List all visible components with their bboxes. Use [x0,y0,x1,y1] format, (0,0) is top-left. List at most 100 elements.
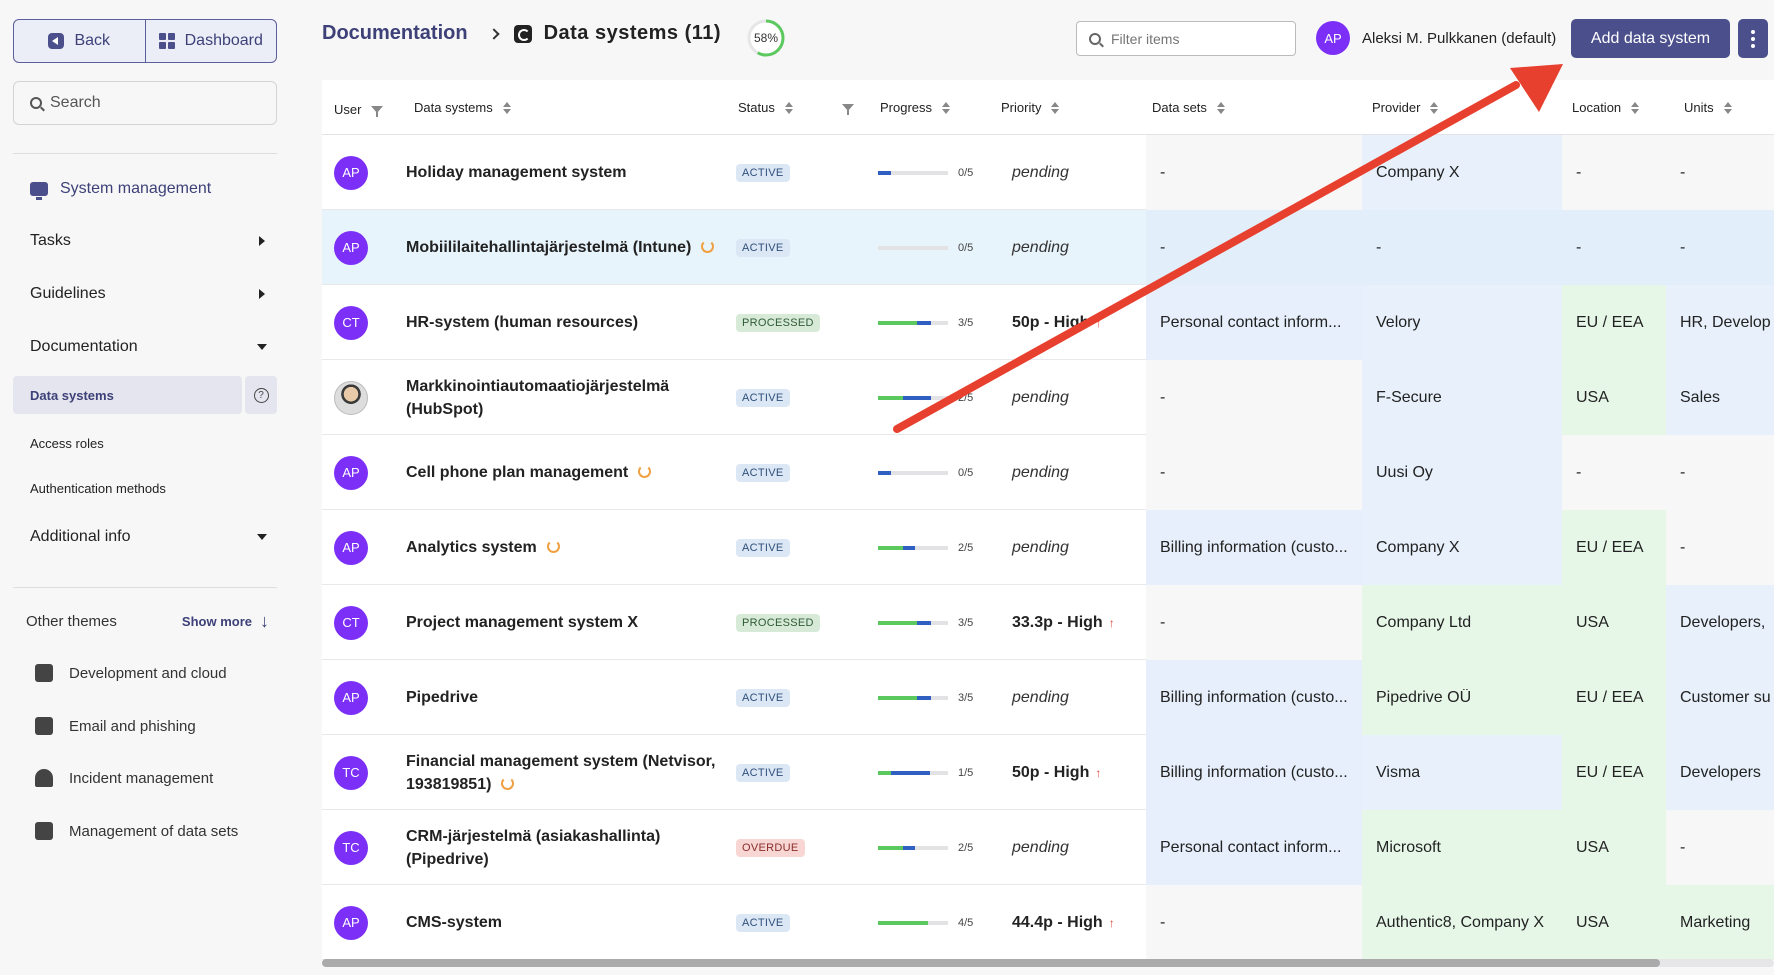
sidebar-item-documentation[interactable]: Documentation [30,338,277,356]
table-row[interactable]: TC CRM-järjestelmä (asiakashallinta) (Pi… [322,810,1774,885]
system-name-cell[interactable]: Mobiililaitehallintajärjestelmä (Intune) [406,210,726,285]
back-button[interactable]: Back [14,20,145,62]
column-location[interactable]: Location [1572,100,1640,115]
status-cell: ACTIVE [736,210,790,285]
column-label: Units [1684,100,1714,115]
table-row[interactable]: AP Cell phone plan management ACTIVE 0/5… [322,435,1774,510]
provider-value: Uusi Oy [1376,463,1433,481]
table-row[interactable]: AP Pipedrive ACTIVE 3/5 pending Billing … [322,660,1774,735]
avatar: CT [334,305,368,340]
sidebar-item-additional-info[interactable]: Additional info [30,528,277,546]
system-name-text: Holiday management system [406,164,627,181]
column-units[interactable]: Units [1684,100,1732,115]
system-name-cell[interactable]: CMS-system [406,885,726,960]
sidebar-item-data-systems[interactable]: Data systems [13,376,242,414]
add-data-system-button[interactable]: Add data system [1571,19,1730,58]
priority-text: 33.3p - High [1012,613,1103,631]
provider-cell: F-Secure [1362,360,1562,435]
location-value: USA [1576,913,1609,931]
column-priority[interactable]: Priority [1001,100,1060,115]
system-name-cell[interactable]: HR-system (human resources) [406,285,726,360]
filter-box[interactable] [1076,21,1296,56]
data-systems-table: User Data systems Status Progress Priori… [322,80,1774,965]
system-name-cell[interactable]: Markkinointiautomaatiojärjestelmä (HubSp… [406,360,726,435]
scrollbar-thumb[interactable] [322,959,1660,967]
status-cell: ACTIVE [736,360,790,435]
system-name-cell[interactable]: Analytics system [406,510,726,585]
system-name-cell[interactable]: CRM-järjestelmä (asiakashallinta) (Piped… [406,810,726,885]
table-row[interactable]: CT HR-system (human resources) PROCESSED… [322,285,1774,360]
priority-cell: pending [1012,510,1069,585]
sidebar-item-authentication-methods[interactable]: Authentication methods [30,481,166,496]
sync-icon [501,776,515,790]
table-row[interactable]: AP Holiday management system ACTIVE 0/5 … [322,135,1774,210]
horizontal-scrollbar[interactable] [322,959,1774,967]
progress-cell: 0/5 [878,135,973,210]
theme-development-and-cloud[interactable]: Development and cloud [35,664,227,682]
table-row[interactable]: AP Mobiililaitehallintajärjestelmä (Intu… [322,210,1774,285]
progress-bar [878,920,948,925]
priority-value: pending [1012,388,1069,406]
column-progress[interactable]: Progress [880,100,951,115]
sidebar-search[interactable]: Search [13,81,277,125]
progress-count: 2/5 [958,391,974,404]
theme-incident-management[interactable]: Incident management [35,769,213,787]
sidebar-item-system-management[interactable]: System management [30,180,277,200]
location-value: - [1576,463,1582,481]
filter-input[interactable] [1111,30,1281,47]
system-name-text: Markkinointiautomaatiojärjestelmä (HubSp… [406,377,670,418]
sidebar-item-tasks[interactable]: Tasks [30,232,277,250]
column-data-systems[interactable]: Data systems [414,100,511,115]
units-value: - [1680,238,1686,256]
location-cell: USA [1562,585,1666,660]
column-provider[interactable]: Provider [1372,100,1439,115]
avatar: AP [1316,21,1350,55]
data-sets-value: - [1160,238,1166,256]
status-badge: PROCESSED [736,613,820,632]
caret-right-icon [259,289,265,299]
units-value: - [1680,163,1686,181]
priority-text: 50p - High [1012,763,1090,781]
provider-value: Company X [1376,538,1460,556]
column-status[interactable]: Status [738,100,793,115]
avatar: CT [334,605,368,640]
sync-icon [546,540,560,553]
theme-email-and-phishing[interactable]: Email and phishing [35,717,196,735]
dashboard-button[interactable]: Dashboard [144,20,277,62]
sort-icon [784,101,793,114]
column-user[interactable]: User [334,102,384,117]
other-themes-label: Other themes [26,613,117,630]
system-name: Holiday management system [406,161,627,184]
user-selector[interactable]: AP Aleksi M. Pulkkanen (default) [1316,21,1556,55]
data-sets-cell: Personal contact inform... [1146,810,1362,885]
table-row[interactable]: Markkinointiautomaatiojärjestelmä (HubSp… [322,360,1774,435]
table-row[interactable]: CT Project management system X PROCESSED… [322,585,1774,660]
sidebar-item-guidelines[interactable]: Guidelines [30,285,277,303]
priority-value: pending [1012,238,1069,256]
theme-management-of-data-sets[interactable]: Management of data sets [35,822,238,840]
status-filter[interactable] [842,104,854,115]
provider-value: Microsoft [1376,838,1441,856]
data-sets-value: Personal contact inform... [1160,313,1342,331]
table-row[interactable]: AP Analytics system ACTIVE 2/5 pending B… [322,510,1774,585]
table-row[interactable]: TC Financial management system (Netvisor… [322,735,1774,810]
units-value: - [1680,538,1686,556]
column-data-sets[interactable]: Data sets [1152,100,1225,115]
system-name-cell[interactable]: Pipedrive [406,660,726,735]
priority-text: 50p - High [1012,313,1090,331]
filter-icon[interactable] [371,106,384,117]
user-cell: AP [334,435,368,510]
system-name-cell[interactable]: Project management system X [406,585,726,660]
sidebar-item-access-roles[interactable]: Access roles [30,436,104,451]
help-button[interactable]: ? [245,376,277,414]
system-name-cell[interactable]: Financial management system (Netvisor, 1… [406,735,726,810]
system-name-text: HR-system (human resources) [406,314,639,331]
priority-cell: 33.3p - High ↑ [1012,585,1115,660]
table-row[interactable]: AP CMS-system ACTIVE 4/5 44.4p - High ↑ -… [322,885,1774,960]
show-more-button[interactable]: Show more ↓ [182,611,269,632]
system-name-cell[interactable]: Holiday management system [406,135,726,210]
more-options-button[interactable] [1738,19,1768,58]
breadcrumb-documentation[interactable]: Documentation [322,22,468,45]
system-name-text: CRM-järjestelmä (asiakashallinta) (Piped… [406,827,661,868]
system-name-cell[interactable]: Cell phone plan management [406,435,726,510]
